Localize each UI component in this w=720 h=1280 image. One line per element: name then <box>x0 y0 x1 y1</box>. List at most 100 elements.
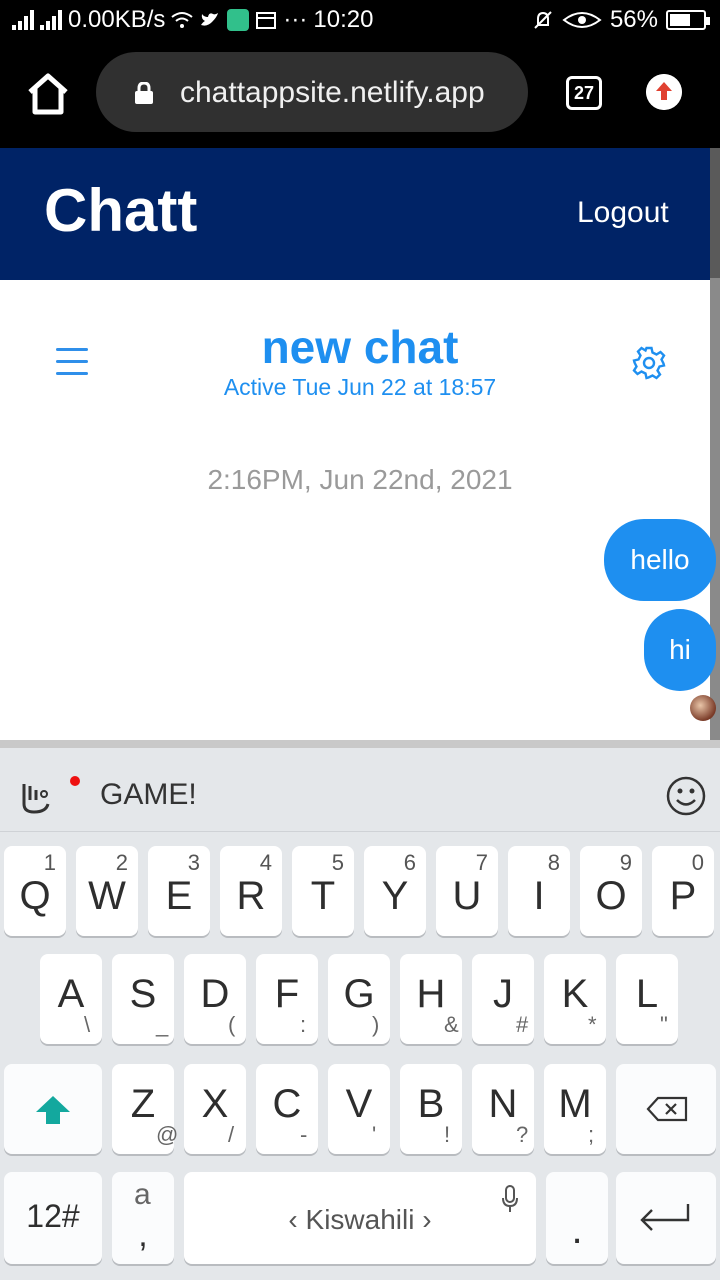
key-number-hint: 1 <box>43 850 56 875</box>
key-label: Y <box>381 874 409 918</box>
space-key-label: ‹ Kiswahili › <box>288 1204 432 1235</box>
signal-icon <box>40 10 62 30</box>
key-d[interactable]: D( <box>184 954 246 1044</box>
upload-icon[interactable] <box>646 74 682 110</box>
key-s[interactable]: S _ <box>112 954 174 1044</box>
key-z[interactable]: Z @ <box>112 1064 178 1154</box>
key-j[interactable]: J # <box>472 954 534 1044</box>
keyboard-suggestion-bar: GAME! <box>0 748 720 832</box>
key-o[interactable]: O9 <box>580 846 642 936</box>
period-key[interactable]: . <box>546 1172 608 1264</box>
mute-icon <box>534 11 552 29</box>
browser-toolbar: chattappsite.netlify.app 27 <box>0 38 720 148</box>
key-l[interactable]: L " <box>616 954 678 1044</box>
wifi-icon <box>171 12 194 28</box>
key-number-hint: 8 <box>547 850 560 875</box>
key-label: O <box>595 874 627 918</box>
key-symbol-hint: & <box>444 1012 459 1037</box>
emoji-icon[interactable] <box>666 776 706 816</box>
key-symbol-hint: ( <box>228 1012 236 1037</box>
key-f[interactable]: F: <box>256 954 318 1044</box>
logout-button[interactable]: Logout <box>577 196 669 230</box>
key-label: Q <box>19 874 51 918</box>
numbers-key-label: 12# <box>26 1198 80 1234</box>
app-title[interactable]: Chatt <box>44 176 197 245</box>
key-label: P <box>669 874 697 918</box>
app-header: Chatt Logout <box>0 148 710 280</box>
key-v[interactable]: V ' <box>328 1064 390 1154</box>
key-label: B <box>417 1082 445 1126</box>
key-k[interactable]: K * <box>544 954 606 1044</box>
key-e[interactable]: E3 <box>148 846 210 936</box>
numbers-key[interactable]: 12# <box>4 1172 102 1264</box>
app-icon <box>227 9 250 31</box>
key-label: K <box>561 972 589 1016</box>
gear-icon[interactable] <box>632 346 666 380</box>
key-p[interactable]: P0 <box>652 846 714 936</box>
status-right: 56% <box>532 6 710 34</box>
scrollbar-thumb[interactable] <box>710 148 720 278</box>
microphone-icon <box>502 1185 518 1212</box>
key-symbol-hint: \ <box>84 1012 91 1037</box>
key-number-hint: 5 <box>331 850 344 875</box>
url-text: chattappsite.netlify.app <box>180 76 485 109</box>
key-c[interactable]: C- <box>256 1064 318 1154</box>
chat-status: Active Tue Jun 22 at 18:57 <box>223 374 497 400</box>
key-number-hint: 2 <box>115 850 128 875</box>
lock-icon <box>135 82 153 104</box>
address-bar[interactable]: chattappsite.netlify.app <box>96 52 528 132</box>
message-bubble[interactable]: hello <box>604 519 716 601</box>
key-t[interactable]: T5 <box>292 846 354 936</box>
key-g[interactable]: G) <box>328 954 390 1044</box>
period-key-label: . <box>571 1208 583 1252</box>
key-r[interactable]: R4 <box>220 846 282 936</box>
keyboard-logo-icon[interactable] <box>16 776 56 816</box>
key-u[interactable]: U7 <box>436 846 498 936</box>
key-label: V <box>345 1082 373 1126</box>
key-i[interactable]: I8 <box>508 846 570 936</box>
status-left: 0.00KB/s ··· 10:20 <box>12 6 373 34</box>
home-icon[interactable] <box>24 72 72 116</box>
key-symbol-hint: : <box>300 1012 307 1037</box>
chat-title: new chat <box>261 321 459 373</box>
key-number-hint: 4 <box>259 850 272 875</box>
key-w[interactable]: W2 <box>76 846 138 936</box>
key-h[interactable]: H & <box>400 954 462 1044</box>
backspace-icon <box>646 1096 688 1122</box>
key-b[interactable]: B! <box>400 1064 462 1154</box>
suggestion-text[interactable]: GAME! <box>100 778 197 812</box>
calendar-icon <box>256 12 277 29</box>
comma-key[interactable]: a , <box>112 1172 174 1264</box>
key-a[interactable]: A \ <box>40 954 102 1044</box>
key-q[interactable]: Q1 <box>4 846 66 936</box>
key-x[interactable]: X / <box>184 1064 246 1154</box>
key-y[interactable]: Y6 <box>364 846 426 936</box>
enter-key[interactable] <box>616 1172 716 1264</box>
key-label: F <box>274 972 300 1016</box>
key-label: S <box>129 972 157 1016</box>
battery-icon <box>666 10 710 30</box>
tab-switcher-button[interactable]: 27 <box>566 76 602 110</box>
key-symbol-hint: - <box>300 1122 308 1147</box>
message-bubble[interactable]: hi <box>644 609 716 691</box>
key-n[interactable]: N? <box>472 1064 534 1154</box>
key-number-hint: 3 <box>187 850 200 875</box>
backspace-key[interactable] <box>616 1064 716 1154</box>
key-number-hint: 9 <box>619 850 632 875</box>
more-icon: ··· <box>283 6 308 33</box>
key-symbol-hint: / <box>228 1122 235 1147</box>
shift-key[interactable] <box>4 1064 102 1154</box>
key-label: A <box>57 972 85 1016</box>
space-key[interactable]: ‹ Kiswahili › <box>184 1172 536 1264</box>
notification-dot <box>70 776 80 786</box>
comma-key-label: , <box>138 1216 148 1254</box>
key-symbol-hint: ! <box>444 1122 451 1147</box>
keyboard: GAME! Q 1 W 2 E 3 R 4 T 5 Y 6 U 7 I 8 O 9 P 0 A \ S _ D(F: G) H & J #… <box>0 740 720 1280</box>
shift-arrow-icon <box>36 1096 70 1124</box>
key-label: J <box>493 972 513 1016</box>
key-symbol-hint: _ <box>156 1012 169 1037</box>
key-m[interactable]: M; <box>544 1064 606 1154</box>
key-number-hint: 0 <box>691 850 704 875</box>
key-symbol-hint: # <box>516 1012 529 1037</box>
key-label: X <box>201 1082 229 1126</box>
